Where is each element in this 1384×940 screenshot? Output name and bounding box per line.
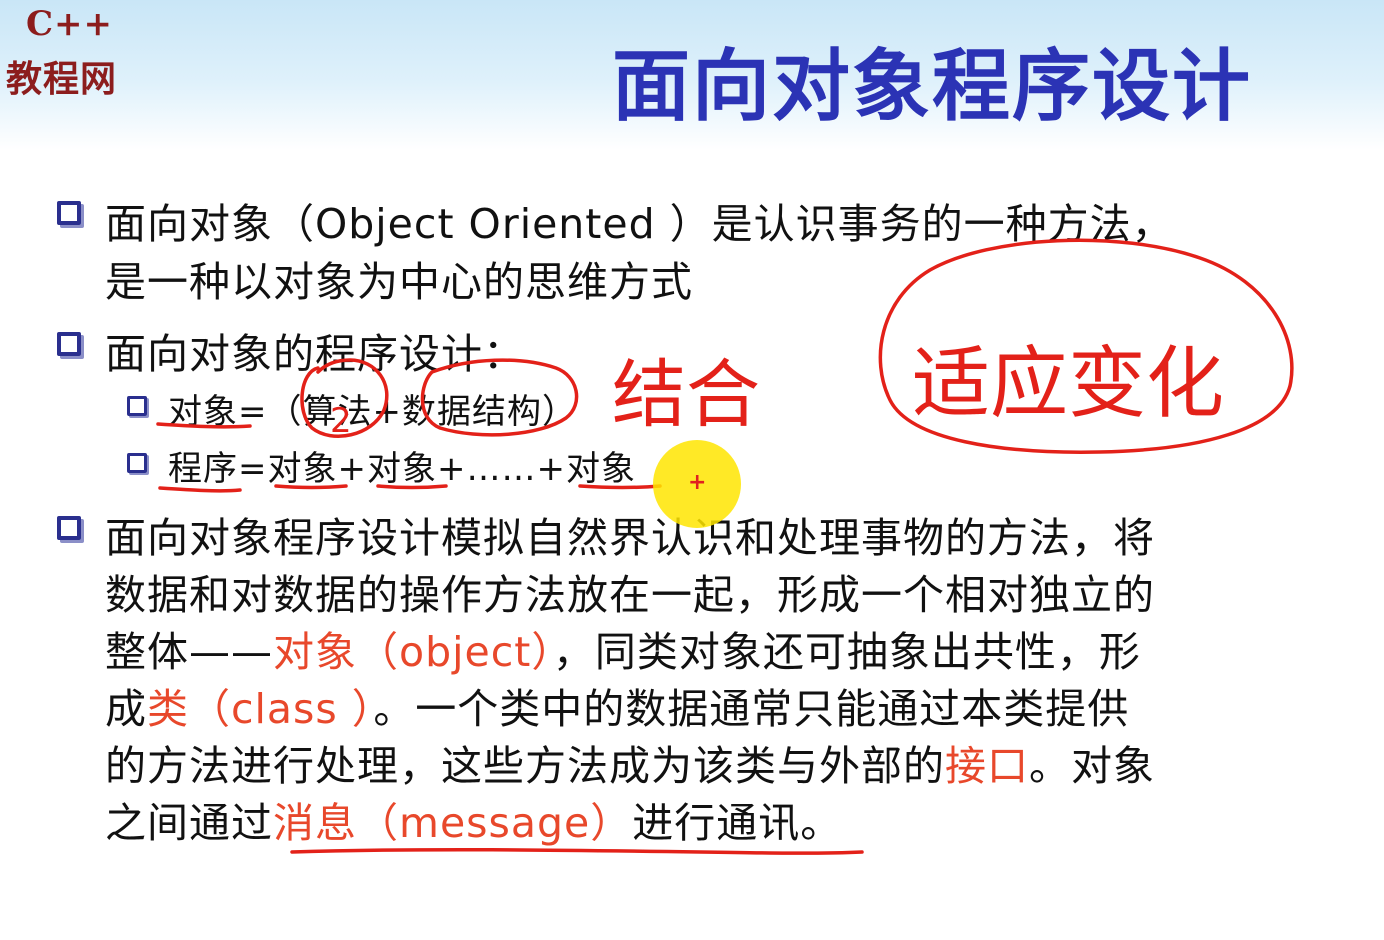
bullet-square-icon [57, 201, 81, 225]
slide-title: 面向对象程序设计 [612, 42, 1253, 132]
sub-bullet-2: 程序=对象+对象+……+对象 [168, 449, 636, 489]
text-run: 进行通讯。 [632, 799, 843, 847]
text-run: 的方法进行处理，这些方法成为该类与外部的 [105, 742, 945, 790]
text-run: 。对象 [1029, 742, 1155, 790]
ink-text-adapt-change: 适应变化 [912, 339, 1224, 429]
paragraph-line-5: 的方法进行处理，这些方法成为该类与外部的接口。对象 [105, 732, 1155, 792]
term-class: 类（class ） [147, 685, 374, 733]
bullet-2-line-1: 面向对象的程序设计： [105, 330, 525, 378]
ink-oval-adapt [878, 238, 1294, 454]
paragraph-line-1: 面向对象程序设计模拟自然界认识和处理事物的方法，将 [105, 514, 1155, 562]
cursor-crosshair-icon: + [688, 470, 707, 495]
text-run: 。一个类中的数据通常只能通过本类提供 [373, 685, 1130, 733]
paragraph-line-6: 之间通过消息（message）进行通讯。 [105, 789, 842, 849]
sub-bullet-square-icon [127, 453, 147, 473]
text-run: 之间通过 [105, 799, 273, 847]
text-run: ，同类对象还可抽象出共性，形 [552, 628, 1141, 676]
paragraph-line-4: 成类（class ）。一个类中的数据通常只能通过本类提供 [105, 675, 1129, 735]
term-interface: 接口 [945, 742, 1029, 790]
term-object: 对象（object） [273, 628, 553, 676]
bullet-1-line-1: 面向对象（Object Oriented ）是认识事务的一种方法， [105, 200, 1174, 248]
paragraph-line-3: 整体——对象（object），同类对象还可抽象出共性，形 [105, 618, 1141, 678]
slide-header: C++ 教程网 面向对象程序设计 [0, 0, 1384, 150]
logo-site-name: 教程网 [6, 59, 118, 100]
logo-cpp-text: C++ [26, 4, 114, 44]
site-logo[interactable]: C++ 教程网 [6, 4, 156, 104]
sub-bullet-1: 对象=（算法+数据结构） [168, 392, 577, 432]
term-message: 消息（message） [273, 799, 633, 847]
bullet-square-icon [57, 332, 81, 356]
ink-underline-message [290, 847, 864, 855]
bullet-square-icon [57, 516, 81, 540]
text-run: 整体—— [105, 628, 273, 676]
ink-text-combine: 结合 [612, 352, 760, 438]
paragraph-line-2: 数据和对数据的操作方法放在一起，形成一个相对独立的 [105, 571, 1155, 619]
bullet-1-line-2: 是一种以对象为中心的思维方式 [105, 258, 693, 306]
sub-bullet-square-icon [127, 396, 147, 416]
text-run: 成 [105, 685, 147, 733]
